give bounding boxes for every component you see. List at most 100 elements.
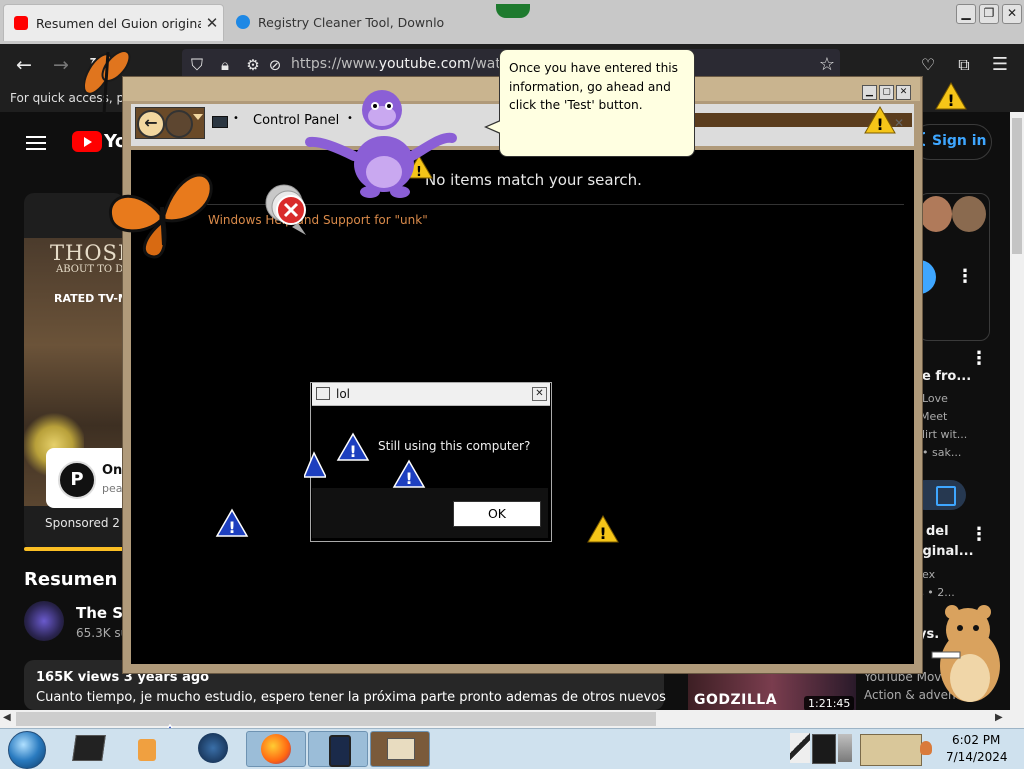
avatar: [920, 196, 952, 232]
cp-close-button[interactable]: ✕: [896, 85, 911, 100]
external-link-icon: [936, 486, 956, 506]
rec-line: Love: [922, 392, 948, 405]
cp-maximize-button[interactable]: ▢: [879, 85, 894, 100]
lol-close-button[interactable]: ✕: [532, 387, 547, 401]
rec-line: • sak...: [922, 446, 962, 459]
ad-thumb-subtitle: ABOUT TO DI: [56, 264, 128, 275]
blue-warning-icon: !: [392, 459, 426, 488]
blue-warning-icon: !: [336, 432, 370, 461]
avatar: [952, 196, 986, 232]
channel-subscribers: 65.3K su: [76, 626, 129, 640]
cp-back-arrow-icon[interactable]: ←: [137, 110, 165, 138]
rec-line: ex: [922, 568, 936, 581]
taskbar-app-terminal[interactable]: [62, 731, 120, 765]
tray-small-icon[interactable]: [920, 741, 932, 755]
description-text: Cuanto tiempo, je mucho estudio, espero …: [36, 690, 666, 705]
tab-title: Registry Cleaner Tool, Downlo: [258, 14, 445, 30]
cp-minimize-button[interactable]: ▁: [862, 85, 877, 100]
taskbar-app-firefox[interactable]: [246, 731, 306, 767]
blue-warning-icon: !: [215, 508, 249, 537]
channel-avatar[interactable]: [24, 601, 64, 641]
balloon-text: Once you have entered this information, …: [509, 61, 679, 112]
lol-title: lol: [336, 387, 351, 401]
horizontal-scroll-thumb[interactable]: [16, 712, 656, 726]
extensions-icon[interactable]: ⧉: [951, 52, 977, 78]
sponsored-label: Sponsored 2 o: [45, 516, 132, 530]
control-panel-icon: [212, 116, 228, 128]
taskbar-app-media[interactable]: [122, 731, 180, 765]
rec-title-1[interactable]: e fro...: [922, 369, 971, 384]
rec-title-2[interactable]: del: [926, 524, 949, 539]
hamburger-menu-icon[interactable]: [26, 132, 46, 154]
cp-forward-arrow-icon[interactable]: [165, 110, 193, 138]
butterfly-icon: [109, 173, 213, 259]
video-duration: 1:21:45: [804, 696, 855, 711]
phone-icon: [329, 735, 351, 767]
pocket-icon[interactable]: ♡: [915, 52, 941, 78]
yellow-warning-icon: !: [587, 514, 619, 543]
dialog-message: Still using this computer?: [378, 439, 531, 453]
bookmark-star-icon[interactable]: ☆: [814, 52, 840, 78]
bonzi-buddy-icon: [305, 90, 457, 198]
sign-in-label[interactable]: Sign in: [932, 133, 987, 149]
tracking-off-icon[interactable]: ⊘: [262, 52, 288, 78]
menu-icon[interactable]: ☰: [987, 52, 1013, 78]
tab-registry-cleaner[interactable]: Registry Cleaner Tool, Downlo: [226, 4, 452, 40]
green-bug-icon: [496, 4, 530, 18]
taskbar-app-control-panel[interactable]: [370, 731, 430, 767]
godzilla-label: GODZILLA: [694, 692, 778, 708]
rec-line: s • 2...: [918, 586, 955, 599]
rec-line: Meet: [920, 410, 948, 423]
scroll-left-icon[interactable]: ◀: [3, 712, 11, 723]
lock-icon[interactable]: 🔒︎: [212, 52, 238, 78]
taskbar-app-phone[interactable]: [308, 731, 368, 767]
ad-app-domain: pea: [102, 482, 123, 495]
vertical-scroll-thumb[interactable]: [1012, 118, 1022, 254]
tray-app-icon[interactable]: [860, 734, 922, 766]
clock-date[interactable]: 7/14/2024: [946, 750, 1008, 764]
rec-title-2b[interactable]: iginal...: [918, 544, 974, 559]
terminal-icon: [72, 735, 106, 761]
breadcrumb-separator-icon: •: [233, 113, 239, 124]
more-options-icon[interactable]: ⋮: [970, 348, 988, 369]
video-title: Resumen d: [24, 569, 137, 590]
pen-icon[interactable]: [790, 733, 810, 763]
svg-text:!: !: [876, 115, 883, 134]
youtube-favicon-icon: [14, 16, 28, 30]
url-text[interactable]: https://www.youtube.com/watch?v: [291, 56, 533, 72]
window-icon: [316, 387, 330, 400]
taskbar-app-globe[interactable]: [184, 731, 242, 765]
registry-favicon-icon: [236, 15, 250, 29]
balloon-tail-fill: [487, 121, 501, 133]
control-panel-icon: [387, 738, 415, 760]
svg-text:!: !: [228, 518, 235, 537]
youtube-logo-icon[interactable]: [72, 131, 102, 152]
close-tab-icon[interactable]: ✕: [201, 14, 223, 32]
svg-text:!: !: [599, 524, 606, 543]
more-options-icon[interactable]: ⋮: [956, 266, 974, 287]
back-arrow-icon[interactable]: ←: [11, 52, 37, 78]
svg-text:!: !: [947, 91, 954, 110]
start-button[interactable]: [8, 731, 46, 769]
cp-history-dropdown-icon[interactable]: [193, 114, 203, 120]
forward-arrow-icon[interactable]: →: [48, 52, 74, 78]
yellow-warning-icon: !: [864, 105, 896, 134]
ad-progress-bar: [24, 547, 124, 551]
maximize-button[interactable]: ❐: [979, 4, 999, 24]
blue-warning-icon: [304, 451, 326, 478]
tray-bar-icon[interactable]: [838, 734, 852, 762]
butterfly-icon: [84, 50, 131, 115]
minimize-button[interactable]: ▁: [956, 4, 976, 24]
shield-icon[interactable]: ⛉: [184, 52, 210, 78]
rec-line: lirt wit...: [922, 428, 968, 441]
hamster-icon: [931, 605, 1000, 702]
monitor-icon[interactable]: [812, 734, 836, 764]
globe-icon: [198, 733, 228, 763]
close-window-button[interactable]: ✕: [1002, 4, 1022, 24]
ok-button[interactable]: OK: [453, 501, 541, 527]
scroll-right-icon[interactable]: ▶: [995, 712, 1003, 723]
tab-resumen[interactable]: Resumen del Guion original de ✕: [3, 4, 224, 41]
clock-time[interactable]: 6:02 PM: [952, 733, 1000, 747]
tab-title: Resumen del Guion original de: [36, 15, 201, 31]
more-options-icon[interactable]: ⋮: [970, 524, 988, 545]
